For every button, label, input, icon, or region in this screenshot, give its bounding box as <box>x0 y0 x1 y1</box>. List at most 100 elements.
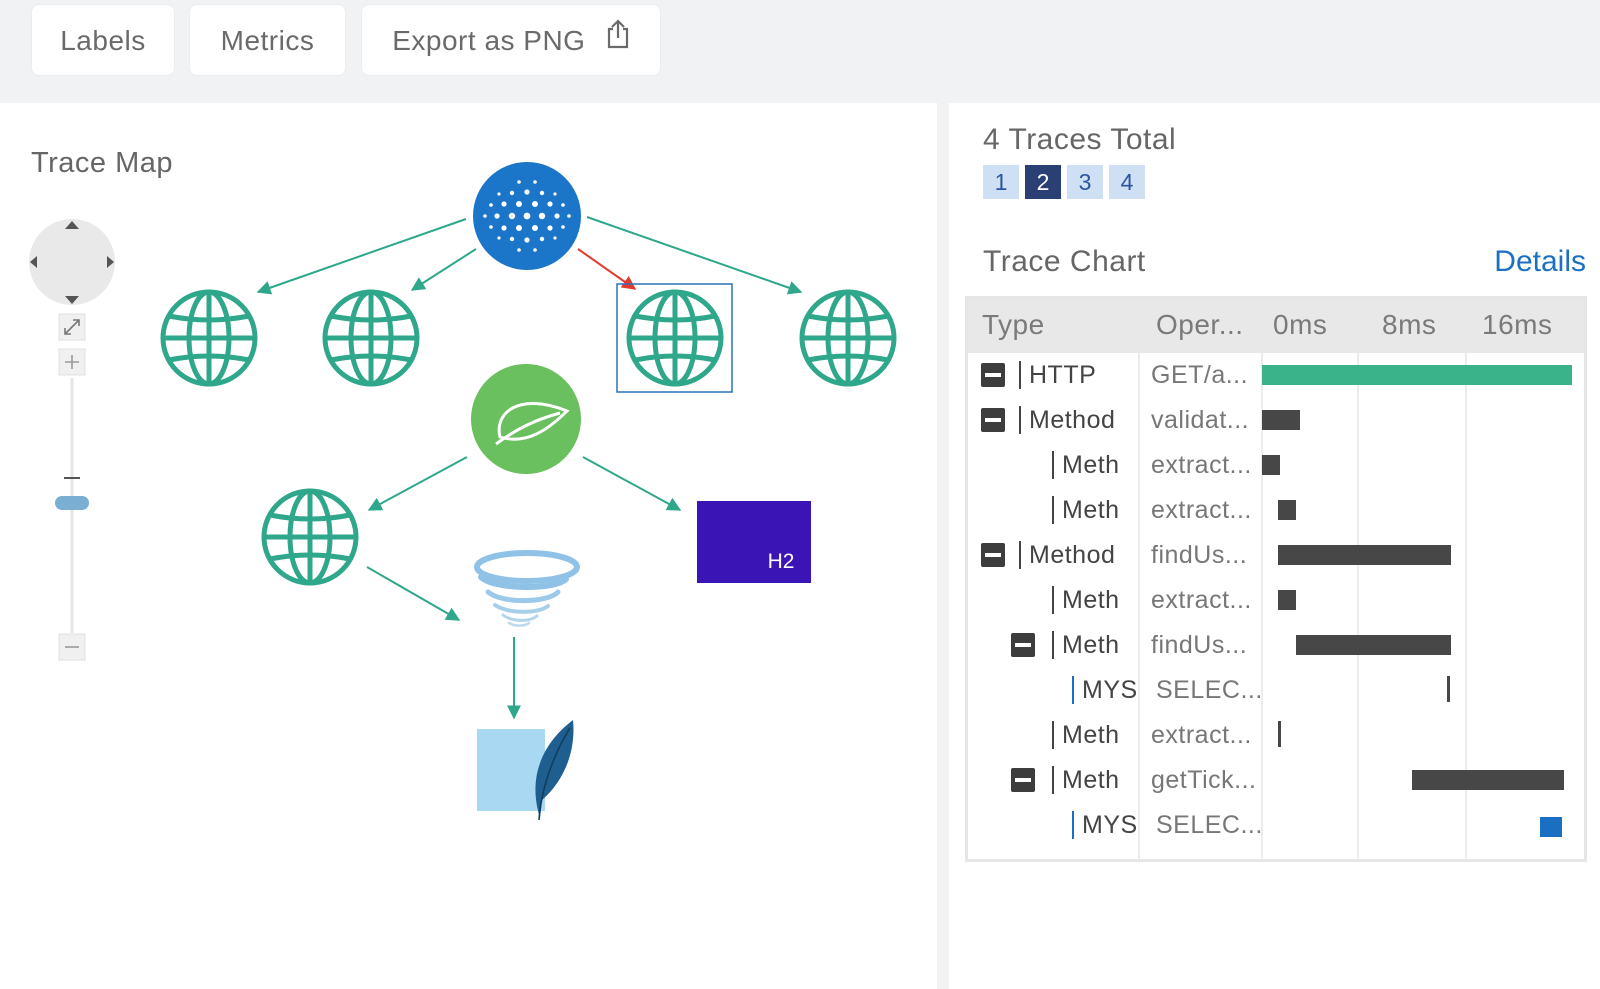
edge-root-web3 <box>577 248 637 290</box>
type-indicator <box>1052 631 1054 659</box>
row-type: Meth <box>1062 766 1120 794</box>
row-type: Meth <box>1062 496 1120 524</box>
edge-root-web2 <box>410 248 477 291</box>
trace-map-canvas[interactable]: H2 <box>0 103 937 989</box>
type-indicator <box>1019 406 1021 434</box>
type-indicator <box>1052 721 1054 749</box>
row-operation: GET/a... <box>1151 361 1249 389</box>
trace-row[interactable]: MYS SELEC... <box>968 668 1584 713</box>
row-operation: SELEC... <box>1156 676 1263 704</box>
type-indicator <box>1019 361 1021 389</box>
header-16ms: 16ms <box>1482 309 1553 340</box>
globe-icon[interactable] <box>264 491 356 583</box>
trace-tab-3[interactable]: 3 <box>1067 165 1103 199</box>
type-indicator <box>1072 811 1074 839</box>
trace-row[interactable]: HTTP GET/a... <box>968 353 1584 398</box>
trace-tab-4[interactable]: 4 <box>1109 165 1145 199</box>
row-operation: findUs... <box>1151 631 1248 659</box>
type-indicator <box>1052 451 1054 479</box>
trace-row[interactable]: Meth extract... <box>968 713 1584 758</box>
leaf-icon[interactable] <box>471 364 581 474</box>
edge-spring-h2 <box>582 456 682 511</box>
row-type: Meth <box>1062 631 1120 659</box>
header-8ms: 8ms <box>1382 309 1437 340</box>
row-operation: getTick... <box>1151 766 1257 794</box>
type-indicator <box>1019 541 1021 569</box>
cluster-dots-icon[interactable] <box>473 162 581 270</box>
trace-detail-panel: 4 Traces Total 1 2 3 4 Trace Chart Detai… <box>949 103 1600 989</box>
span-bar[interactable] <box>1262 365 1572 385</box>
globe-icon[interactable] <box>629 292 721 384</box>
toolbar: Labels Metrics Export as PNG <box>0 0 1600 103</box>
type-indicator <box>1052 766 1054 794</box>
details-link[interactable]: Details <box>1494 245 1586 279</box>
span-bar[interactable] <box>1412 770 1565 790</box>
metrics-button[interactable]: Metrics <box>189 4 346 76</box>
globe-icon[interactable] <box>802 292 894 384</box>
row-type: MYS <box>1082 676 1138 704</box>
span-bar[interactable] <box>1295 635 1451 655</box>
zoom-out-icon[interactable] <box>58 633 86 661</box>
labels-button[interactable]: Labels <box>31 4 175 76</box>
collapse-icon[interactable] <box>981 363 1005 387</box>
row-type: Method <box>1029 406 1116 434</box>
traces-total-heading: 4 Traces Total <box>983 123 1177 156</box>
globe-icon[interactable] <box>163 292 255 384</box>
edge-root-web4 <box>586 216 803 295</box>
zoom-in-icon[interactable] <box>58 348 86 376</box>
span-bar[interactable] <box>1540 817 1563 837</box>
type-indicator <box>1052 586 1054 614</box>
trace-map-panel: Trace Map H2 <box>0 103 937 989</box>
svg-text:H2: H2 <box>768 550 795 573</box>
trace-row[interactable]: MYS SELEC... <box>968 803 1584 848</box>
header-0ms: 0ms <box>1273 309 1328 340</box>
tornado-icon[interactable] <box>474 550 580 627</box>
type-indicator <box>1052 496 1054 524</box>
header-type[interactable]: Type <box>982 309 1045 341</box>
collapse-icon[interactable] <box>981 543 1005 567</box>
trace-row[interactable]: Meth extract... <box>968 443 1584 488</box>
span-bar[interactable] <box>1277 500 1296 520</box>
labels-button-label: Labels <box>60 25 146 56</box>
pan-control[interactable] <box>29 219 115 305</box>
h2-database-node[interactable]: H2 <box>697 501 811 583</box>
trace-row[interactable]: Method validat... <box>968 398 1584 443</box>
span-bar[interactable] <box>1262 410 1300 430</box>
trace-chart-title: Trace Chart <box>983 245 1146 278</box>
feather-icon[interactable] <box>477 720 574 821</box>
trace-chart-table: Type Oper... 0ms 8ms 16ms HTTP GET/a... Me… <box>965 296 1587 862</box>
panel-divider[interactable] <box>937 103 949 989</box>
row-type: MYS <box>1082 811 1138 839</box>
trace-row[interactable]: Meth findUs... <box>968 623 1584 668</box>
row-type: Meth <box>1062 586 1120 614</box>
span-bar[interactable] <box>1277 590 1296 610</box>
trace-row[interactable]: Meth extract... <box>968 578 1584 623</box>
trace-row[interactable]: Meth getTick... <box>968 758 1584 803</box>
row-operation: extract... <box>1151 451 1252 479</box>
collapse-icon[interactable] <box>1011 633 1035 657</box>
trace-tab-1[interactable]: 1 <box>983 165 1019 199</box>
edge-web5-tornado <box>366 566 461 621</box>
row-operation: SELEC... <box>1156 811 1263 839</box>
trace-row[interactable]: Meth extract... <box>968 488 1584 533</box>
collapse-icon[interactable] <box>981 408 1005 432</box>
span-bar[interactable] <box>1262 455 1281 475</box>
trace-tabs: 1 2 3 4 <box>983 165 1145 199</box>
span-bar[interactable] <box>1277 721 1281 747</box>
globe-icon[interactable] <box>325 292 417 384</box>
zoom-slider-handle[interactable] <box>55 496 89 510</box>
edge-spring-web5 <box>367 456 468 511</box>
span-bar[interactable] <box>1447 676 1451 702</box>
span-bar[interactable] <box>1277 545 1451 565</box>
collapse-icon[interactable] <box>1011 768 1035 792</box>
type-indicator <box>1072 676 1074 704</box>
row-type: Method <box>1029 541 1116 569</box>
fit-view-icon[interactable] <box>58 313 86 341</box>
trace-tab-2[interactable]: 2 <box>1025 165 1061 199</box>
row-type: Meth <box>1062 721 1120 749</box>
trace-row[interactable]: Method findUs... <box>968 533 1584 578</box>
header-operation[interactable]: Oper... <box>1156 309 1244 341</box>
share-upload-icon <box>606 4 630 76</box>
edge-root-web1 <box>256 218 467 295</box>
export-png-button[interactable]: Export as PNG <box>361 4 661 76</box>
